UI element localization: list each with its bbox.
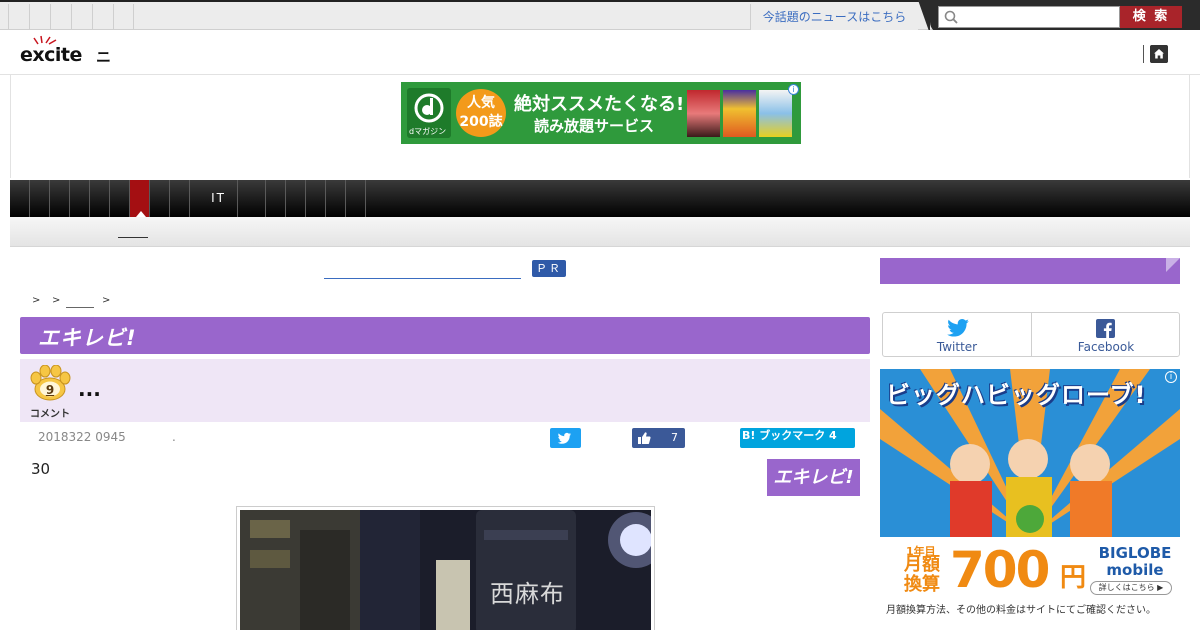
divider: [1143, 45, 1144, 63]
facebook-follow-button[interactable]: Facebook: [1032, 313, 1180, 356]
ad-info-icon[interactable]: i: [1165, 371, 1177, 383]
ad-info-icon[interactable]: i: [788, 84, 799, 95]
category-tab[interactable]: [266, 180, 286, 217]
category-tab[interactable]: [50, 180, 70, 217]
night-street-photo-image: [240, 510, 651, 630]
category-tab[interactable]: [346, 180, 366, 217]
category-tab[interactable]: [30, 180, 50, 217]
top-tab[interactable]: [29, 4, 50, 30]
category-tab[interactable]: [306, 180, 326, 217]
channel-header: エキレビ!: [20, 317, 870, 354]
biglobe-ad-banner[interactable]: ビッグハビッグローブ! i 1年目 月額換算 700 円 BIGLOBE mob…: [880, 369, 1180, 619]
dmagazine-subline: 読み放題サービス: [534, 117, 655, 135]
article-title-box: 9 コメント ...: [20, 359, 870, 422]
article-date: 2018322 0945: [38, 430, 126, 444]
category-tab[interactable]: [90, 180, 110, 217]
facebook-label: Facebook: [1077, 340, 1135, 354]
category-tab[interactable]: [326, 180, 346, 217]
hatena-bookmark-button[interactable]: B! ブックマーク 4: [740, 428, 855, 448]
category-tab[interactable]: [246, 180, 266, 217]
header: excite ニュース: [0, 30, 1200, 129]
category-tab[interactable]: [110, 180, 130, 217]
comment-count[interactable]: 9: [42, 383, 58, 397]
top-tab[interactable]: [50, 4, 71, 30]
article-title: ...: [78, 377, 101, 401]
facebook-icon: [1096, 319, 1115, 338]
facebook-like-button[interactable]: 7: [632, 428, 685, 448]
category-tab[interactable]: [10, 180, 30, 217]
top-tab[interactable]: [71, 4, 92, 30]
search-area: 検 索: [918, 0, 1200, 34]
magazine-cover-image: [687, 90, 720, 137]
logo-text: excite: [20, 44, 82, 66]
dmagazine-brand: dマガジン: [409, 127, 447, 136]
sidebar-header: [880, 258, 1180, 284]
breadcrumb-separator: >: [102, 295, 111, 306]
pr-link[interactable]: [324, 278, 521, 279]
top-tab[interactable]: [8, 4, 29, 30]
magazine-cover-image: [759, 90, 792, 137]
magazine-cover-image: [723, 90, 756, 137]
breadcrumb: > > >: [32, 295, 152, 309]
ad-label-monthly: 月額換算: [904, 554, 940, 595]
article-source: .: [172, 430, 176, 444]
category-tab-it[interactable]: IT: [200, 180, 238, 217]
thumbs-up-icon: [638, 432, 651, 444]
search-icon: [944, 10, 958, 24]
category-tab[interactable]: [70, 180, 90, 217]
channel-badge[interactable]: エキレビ!: [767, 459, 860, 496]
breadcrumb-separator: >: [52, 295, 61, 306]
twitter-follow-button[interactable]: Twitter: [883, 313, 1031, 356]
article-photo[interactable]: 西麻布: [240, 510, 651, 630]
ad-area: dマガジン 人気 200誌 絶対ススメたくなる! 読み放題サービス i: [10, 75, 1190, 178]
dmagazine-badge: 人気 200誌: [456, 89, 506, 137]
page: 今話題のニュースはこちら 検 索 excite ニュース: [0, 0, 1200, 630]
category-tab[interactable]: [150, 180, 170, 217]
article-photo-frame: 西麻布: [236, 506, 655, 630]
ad-note: 月額換算方法、その他の料金はサイトにてご確認ください。: [886, 605, 1156, 616]
like-count: 7: [671, 431, 678, 444]
category-nav: IT: [10, 180, 1190, 217]
twitter-icon: [947, 319, 969, 337]
subnav-active-link[interactable]: [118, 237, 148, 238]
channel-title[interactable]: エキレビ!: [38, 322, 137, 352]
ad-details-button[interactable]: 詳しくはこちら ▶: [1090, 581, 1172, 595]
ad-price-yen: 円: [1060, 563, 1087, 593]
search-button[interactable]: 検 索: [1120, 6, 1182, 28]
breadcrumb-separator: >: [32, 295, 41, 306]
breadcrumb-link[interactable]: [66, 307, 94, 308]
pr-badge: ＰＲ: [532, 260, 566, 277]
top-tab[interactable]: [113, 4, 134, 30]
twitter-bird-icon: [557, 432, 571, 444]
category-tab[interactable]: [170, 180, 190, 217]
ad-price: 700: [950, 541, 1050, 599]
top-tab[interactable]: [92, 4, 113, 30]
ad-brand: BIGLOBE mobile: [1098, 544, 1172, 579]
home-icon[interactable]: [1150, 45, 1168, 63]
ad-title: ビッグハビッグローブ!: [886, 381, 1147, 409]
dmagazine-headline: 絶対ススメたくなる!: [514, 94, 685, 115]
dmagazine-ad-banner[interactable]: dマガジン 人気 200誌 絶対ススメたくなる! 読み放題サービス i: [401, 82, 801, 144]
search-input[interactable]: [938, 6, 1120, 28]
today-news-link[interactable]: 今話題のニュースはこちら: [750, 4, 918, 31]
sub-nav: [10, 217, 1190, 247]
category-tab[interactable]: [286, 180, 306, 217]
comment-label: コメント: [30, 409, 70, 420]
article-lead: 30: [31, 460, 51, 478]
twitter-label: Twitter: [936, 340, 978, 354]
social-follow-box: Twitter Facebook: [882, 312, 1180, 357]
ad-price-panel: 1年目 月額換算 700 円 BIGLOBE mobile 詳しくはこちら ▶ …: [880, 537, 1180, 619]
photo-sign-text: 西麻布: [490, 580, 565, 608]
twitter-share-button[interactable]: [550, 428, 581, 448]
fold-corner-icon: [1166, 258, 1180, 272]
